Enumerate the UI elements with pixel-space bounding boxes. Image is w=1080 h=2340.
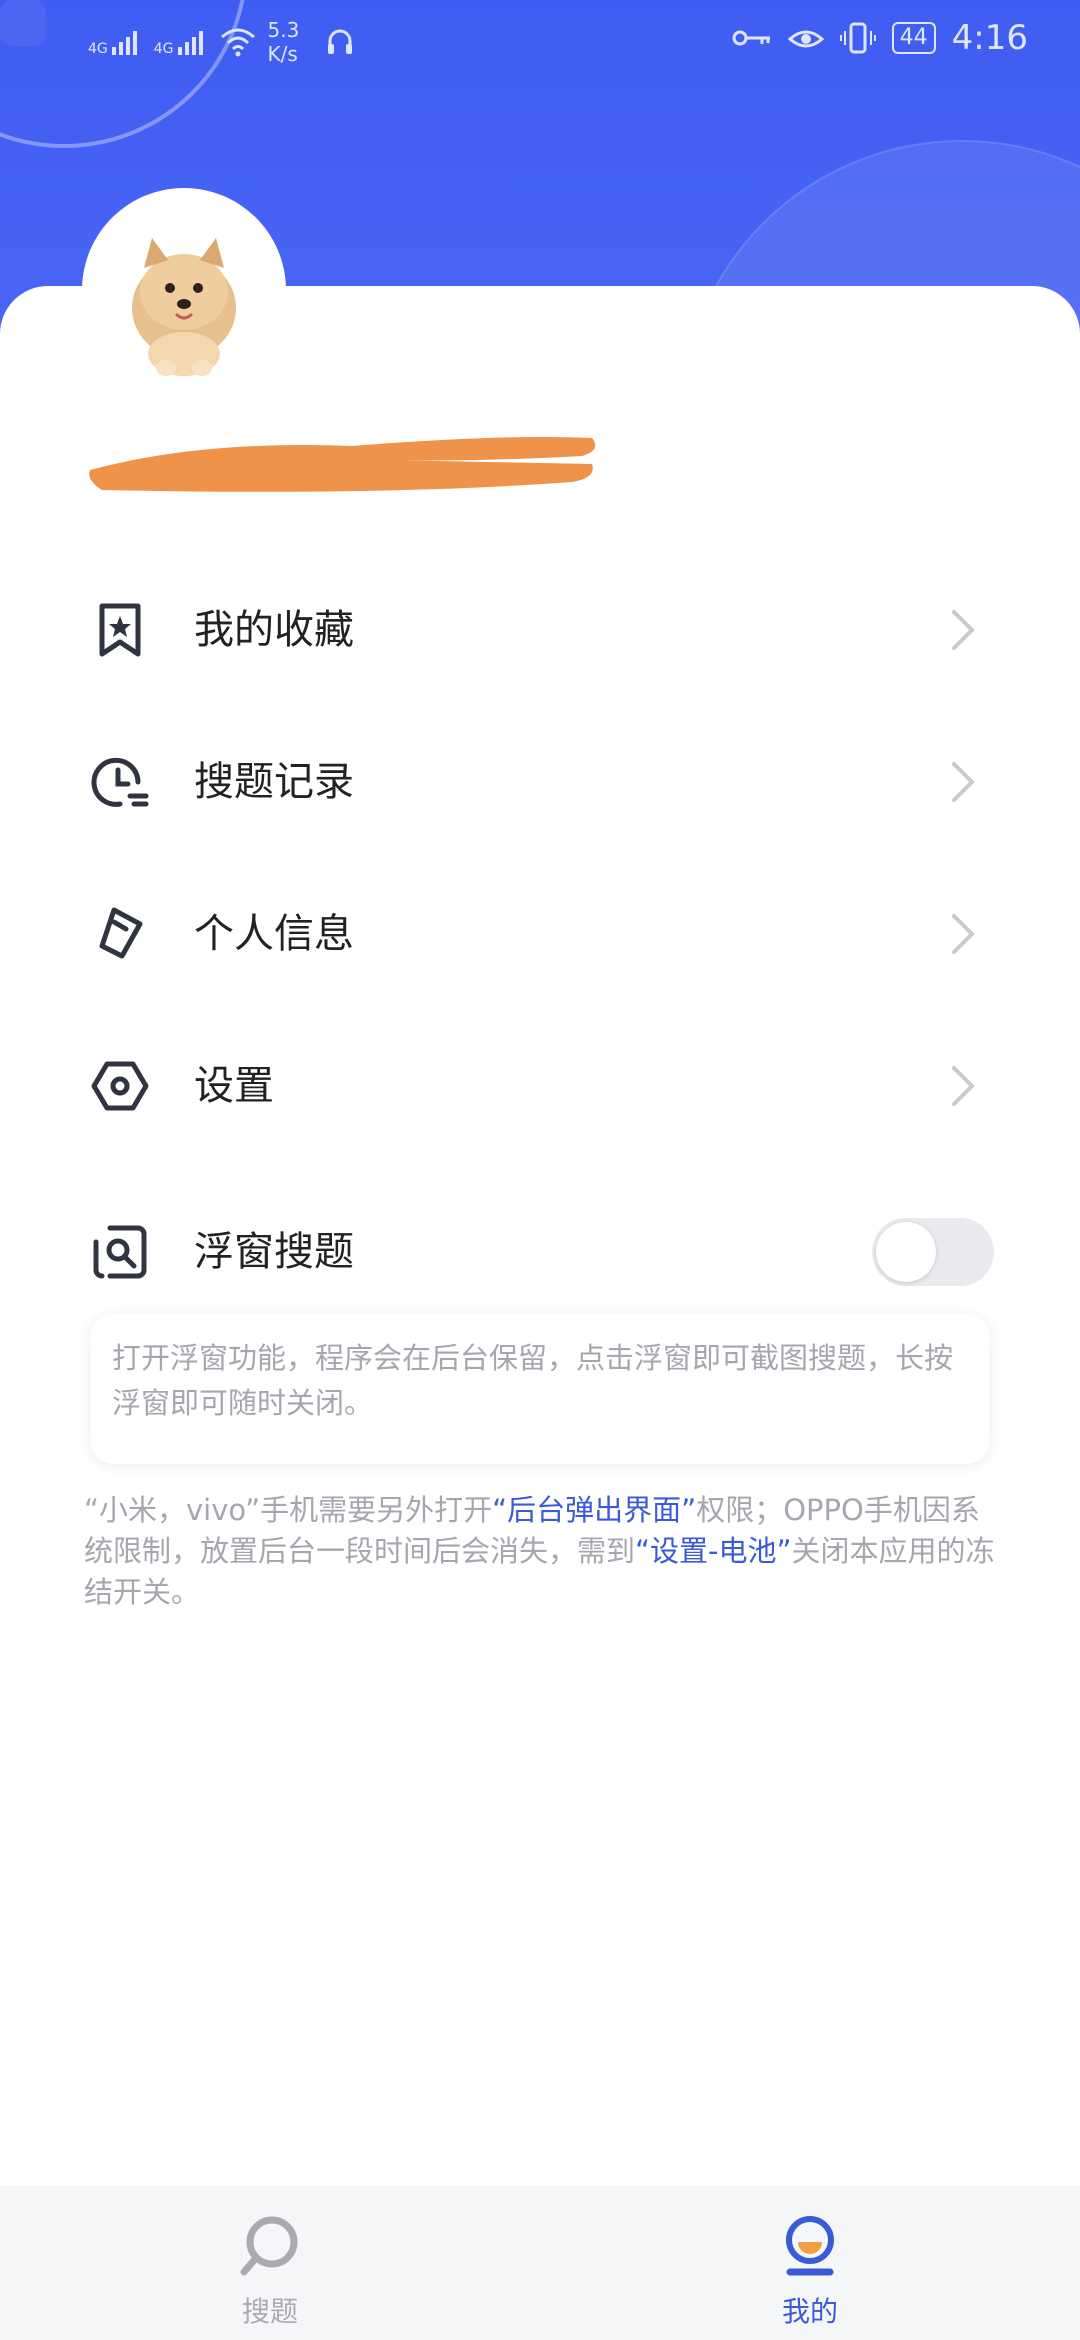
vibrate-icon [839,22,876,54]
chevron-right-icon [952,762,975,802]
signal-icon: 4G [88,27,142,57]
clock: 4:16 [951,18,1028,58]
menu-item-label: 设置 [194,1063,274,1109]
menu-item-label: 个人信息 [194,911,354,957]
battery-indicator: 44 [891,22,936,54]
chevron-right-icon [952,610,975,650]
float-search-tip: 打开浮窗功能，程序会在后台保留，点击浮窗即可截图搜题，长按浮窗即可随时关闭。 [90,1314,990,1464]
bottom-tab-bar: 搜题 我的 [0,2186,1080,2340]
permission-note: “小米，vivo”手机需要另外打开“后台弹出界面”权限；OPPO手机因系统限制，… [84,1490,1004,1613]
speed-unit: K/s [267,42,298,66]
network-type-1: 4G [88,41,108,57]
menu-item-search-history[interactable]: 搜题记录 [0,722,1080,842]
menu-item-label: 我的收藏 [194,607,354,653]
note-link-background-popup[interactable]: “后台弹出界面” [492,1493,696,1527]
clock-history-icon [91,757,149,807]
menu-item-favorites[interactable]: 我的收藏 [0,570,1080,690]
toggle-knob [876,1222,936,1282]
tip-text: 打开浮窗功能，程序会在后台保留，点击浮窗即可截图搜题，长按浮窗即可随时关闭。 [112,1341,954,1420]
bookmark-star-icon [99,603,141,657]
float-search-toggle[interactable] [872,1218,994,1286]
note-text: “小米，vivo”手机需要另外打开 [84,1493,493,1527]
chevron-right-icon [952,1066,975,1106]
avatar[interactable] [82,188,286,392]
network-type-2: 4G [153,41,174,57]
eye-icon [787,30,824,48]
key-icon [732,30,770,46]
network-speed: 5.3 K/s [268,18,312,66]
profile-icon [786,2216,834,2276]
dog-avatar-image [132,238,236,376]
hexagon-settings-icon [91,1061,149,1111]
edit-tag-icon [99,907,143,959]
wifi-icon [220,28,255,57]
tab-search[interactable]: 搜题 [0,2186,540,2340]
speed-value: 5.3 [267,18,300,42]
menu-item-settings[interactable]: 设置 [0,1026,1080,1146]
chevron-right-icon [952,914,975,954]
note-link-battery-settings[interactable]: “设置-电池” [635,1534,792,1568]
tab-label: 我的 [781,2295,838,2328]
username-redaction [89,437,596,492]
menu-item-label: 搜题记录 [194,759,354,805]
menu-item-personal-info[interactable]: 个人信息 [0,874,1080,994]
tab-label: 搜题 [241,2295,298,2328]
menu-item-label: 浮窗搜题 [194,1229,354,1275]
signal-icon: 4G [154,27,208,57]
search-bubble-icon [240,2216,298,2276]
float-window-search-icon [93,1225,147,1279]
tab-mine[interactable]: 我的 [540,2186,1080,2340]
status-bar: 4G 4G 5.3 K/s 44 4:16 [0,0,1080,84]
headset-icon [327,29,352,54]
